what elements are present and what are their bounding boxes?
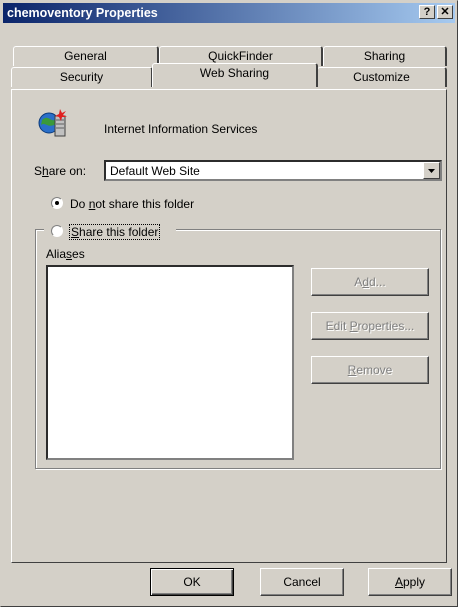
edit-properties-button[interactable]: Edit Properties...: [311, 312, 429, 340]
cancel-button[interactable]: Cancel: [260, 568, 344, 596]
window-title: chemoventory Properties: [7, 6, 158, 20]
tab-security[interactable]: Security: [11, 67, 153, 87]
apply-button[interactable]: Apply: [368, 568, 452, 596]
share-on-select[interactable]: Default Web Site: [104, 160, 442, 181]
aliases-listbox[interactable]: [46, 265, 294, 460]
radio-do-not-share-label: Do not share this folder: [70, 197, 195, 211]
share-on-label: Share on:: [34, 164, 87, 178]
close-icon: ✕: [440, 6, 450, 18]
tab-web-sharing[interactable]: Web Sharing: [152, 63, 318, 87]
add-button[interactable]: Add...: [311, 268, 429, 296]
ok-button[interactable]: OK: [150, 568, 234, 596]
close-button[interactable]: ✕: [437, 5, 453, 19]
title-bar: chemoventory Properties ? ✕: [3, 3, 455, 23]
remove-button[interactable]: Remove: [311, 356, 429, 384]
tab-sharing[interactable]: Sharing: [323, 46, 447, 66]
help-button[interactable]: ?: [419, 5, 435, 19]
aliases-label: Aliases: [46, 247, 85, 261]
radio-share-folder[interactable]: [51, 225, 63, 237]
dropdown-button[interactable]: [423, 162, 440, 179]
chevron-down-icon: [428, 169, 435, 173]
tab-customize[interactable]: Customize: [317, 67, 447, 87]
radio-share-folder-label: Share this folder: [68, 224, 161, 240]
radio-do-not-share[interactable]: [51, 197, 63, 209]
share-on-value: Default Web Site: [110, 164, 200, 178]
service-name: Internet Information Services: [104, 122, 258, 136]
tab-general[interactable]: General: [13, 46, 159, 66]
iis-globe-server-icon: [38, 109, 67, 137]
